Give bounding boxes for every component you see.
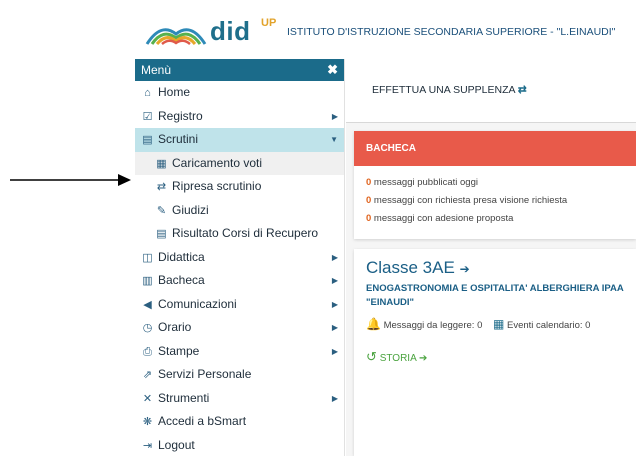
didup-screen: did UP ISTITUTO D'ISTRUZIONE SECONDARIA … — [0, 0, 636, 456]
classe-title: Classe 3AE — [366, 258, 455, 277]
classe-link[interactable]: Classe 3AE ➔ — [366, 258, 470, 278]
sidebar-item-label: Home — [158, 85, 191, 99]
chevron-right-icon: ▶ — [331, 393, 338, 403]
sidebar-item-didattica[interactable]: ◫ Didattica ▶ — [135, 246, 344, 270]
menu-header: Menù ✖ — [135, 59, 344, 81]
sidebar-item-label: Registro — [158, 108, 203, 123]
retweet-icon: ⇄ — [517, 84, 527, 96]
bacheca-line[interactable]: 0 messaggi con richiesta presa visione r… — [354, 192, 636, 210]
sidebar-item-servizi-personale[interactable]: ⇗ Servizi Personale — [135, 363, 344, 387]
sidebar-item-label: Orario — [158, 320, 192, 334]
book-icon: ◫ — [142, 251, 153, 264]
megaphone-icon: ◀ — [143, 298, 152, 311]
sidebar-item-registro[interactable]: ☑ Registro ▶ — [135, 105, 344, 129]
logo-text: did — [210, 16, 251, 46]
bacheca-line[interactable]: 0 messaggi con adesione proposta — [354, 210, 636, 228]
chevron-down-icon: ▼ — [330, 135, 338, 144]
sidebar-item-label: Risultato Corsi di Recupero — [172, 226, 319, 240]
classe-card: Classe 3AE ➔ ENOGASTRONOMIA E OSPITALITA… — [354, 249, 636, 456]
didup-logo-icon[interactable] — [145, 20, 207, 46]
bacheca-card: BACHECA 0 messaggi pubblicati oggi 0 mes… — [354, 131, 636, 239]
sidebar-item-label: Ripresa scrutinio — [172, 179, 262, 193]
sidebar-item-logout[interactable]: ⇥ Logout — [135, 434, 344, 456]
sidebar-subitem-caricamento-voti[interactable]: ▦ Caricamento voti — [135, 151, 344, 175]
annotation-arrow — [10, 174, 131, 186]
logout-icon: ⇥ — [142, 439, 153, 452]
chevron-right-icon: ▶ — [331, 252, 338, 262]
supplenza-panel: EFFETTUA UNA SUPPLENZA ⇄ — [346, 59, 636, 123]
sidebar-item-label: Strumenti — [158, 390, 210, 405]
sidebar-subitem-giudizi[interactable]: ✎ Giudizi — [135, 199, 344, 223]
sidebar-item-bsmart[interactable]: ❋ Accedi a bSmart — [135, 410, 344, 434]
history-icon: ↺ — [366, 349, 377, 364]
storia-label: STORIA — [379, 353, 417, 364]
chevron-right-icon: ▶ — [331, 111, 338, 121]
tools-icon: ✕ — [142, 392, 153, 405]
sidebar-subitem-risultato-corsi[interactable]: ▤ Risultato Corsi di Recupero — [135, 222, 344, 246]
chevron-right-icon: ▶ — [331, 276, 338, 285]
sidebar-item-strumenti[interactable]: ✕ Strumenti ▶ — [135, 387, 344, 411]
sidebar-item-comunicazioni[interactable]: ◀ Comunicazioni ▶ — [135, 293, 344, 317]
chevron-right-icon: ▶ — [331, 346, 338, 356]
classe-description: ENOGASTRONOMIA E OSPITALITA' ALBERGHIERA… — [366, 283, 624, 308]
calendar-check-icon: ☑ — [142, 110, 153, 123]
messages-to-read[interactable]: Messaggi da leggere: 0 — [384, 320, 483, 331]
bacheca-title[interactable]: BACHECA — [354, 131, 636, 166]
enter-icon: ➔ — [459, 262, 470, 276]
message-text: messaggi pubblicati oggi — [371, 177, 478, 188]
message-text: messaggi con richiesta presa visione ric… — [371, 195, 568, 206]
sidebar-item-bacheca[interactable]: ▥ Bacheca ▶ — [135, 269, 344, 293]
printer-icon: ⎙ — [143, 345, 152, 358]
bell-icon: 🔔 — [366, 317, 381, 331]
clock-icon: ◷ — [142, 322, 153, 334]
sidebar-menu: Menù ✖ ⌂ Home ☑ Registro ▶ ▤ Scrutini ▼ ▦ Ca… — [135, 59, 345, 456]
sidebar-subitem-ripresa-scrutinio[interactable]: ⇄ Ripresa scrutinio — [135, 175, 344, 199]
menu-title: Menù — [141, 63, 172, 77]
main-content: EFFETTUA UNA SUPPLENZA ⇄ BACHECA 0 messa… — [346, 59, 636, 456]
sidebar-item-label: Accedi a bSmart — [158, 414, 247, 428]
external-link-icon: ⇗ — [142, 369, 153, 381]
sidebar-item-scrutini[interactable]: ▤ Scrutini ▼ — [135, 128, 344, 152]
chevron-right-icon: ▶ — [331, 299, 338, 309]
classe-stats: 🔔 Messaggi da leggere: 0 ▦ Eventi calend… — [366, 317, 590, 331]
document-icon: ▤ — [156, 228, 167, 240]
sidebar-item-orario[interactable]: ◷ Orario ▶ — [135, 316, 344, 340]
grid-icon: ▦ — [156, 157, 167, 170]
enter-icon: ➔ — [418, 353, 428, 364]
calendar-events[interactable]: Eventi calendario: 0 — [507, 320, 590, 331]
sidebar-item-label: Stampe — [158, 343, 200, 358]
sidebar-item-label: Didattica — [158, 249, 205, 264]
effettua-supplenza-link[interactable]: EFFETTUA UNA SUPPLENZA ⇄ — [372, 84, 527, 96]
sidebar-item-label: Scrutini — [158, 132, 199, 146]
sidebar-item-label: Comunicazioni — [158, 296, 237, 311]
bacheca-lines: 0 messaggi pubblicati oggi 0 messaggi co… — [354, 166, 636, 228]
bacheca-line[interactable]: 0 messaggi pubblicati oggi — [354, 174, 636, 192]
newspaper-icon: ▥ — [142, 275, 153, 287]
logo-superscript: UP — [261, 17, 277, 29]
bsmart-icon: ❋ — [142, 416, 153, 428]
sidebar-item-label: Servizi Personale — [158, 367, 252, 381]
home-icon: ⌂ — [144, 87, 151, 99]
calendar-icon: ▦ — [493, 317, 505, 331]
retweet-icon: ⇄ — [156, 181, 167, 193]
edit-icon: ✎ — [156, 204, 167, 217]
sidebar-item-label: Bacheca — [158, 273, 205, 287]
sidebar-item-label: Caricamento voti — [172, 155, 263, 170]
chevron-right-icon: ▶ — [331, 323, 338, 332]
school-name: ISTITUTO D'ISTRUZIONE SECONDARIA SUPERIO… — [287, 26, 616, 38]
sidebar-item-label: Giudizi — [172, 202, 209, 217]
supplenza-label: EFFETTUA UNA SUPPLENZA — [372, 84, 515, 96]
message-text: messaggi con adesione proposta — [371, 213, 514, 224]
document-icon: ▤ — [142, 134, 153, 146]
app-header: did UP ISTITUTO D'ISTRUZIONE SECONDARIA … — [135, 0, 636, 60]
close-icon[interactable]: ✖ — [327, 59, 338, 81]
sidebar-item-stampe[interactable]: ⎙ Stampe ▶ — [135, 340, 344, 364]
sidebar-item-home[interactable]: ⌂ Home — [135, 81, 344, 105]
storia-link[interactable]: ↺ STORIA ➔ — [366, 349, 427, 365]
sidebar-item-label: Logout — [158, 437, 195, 452]
